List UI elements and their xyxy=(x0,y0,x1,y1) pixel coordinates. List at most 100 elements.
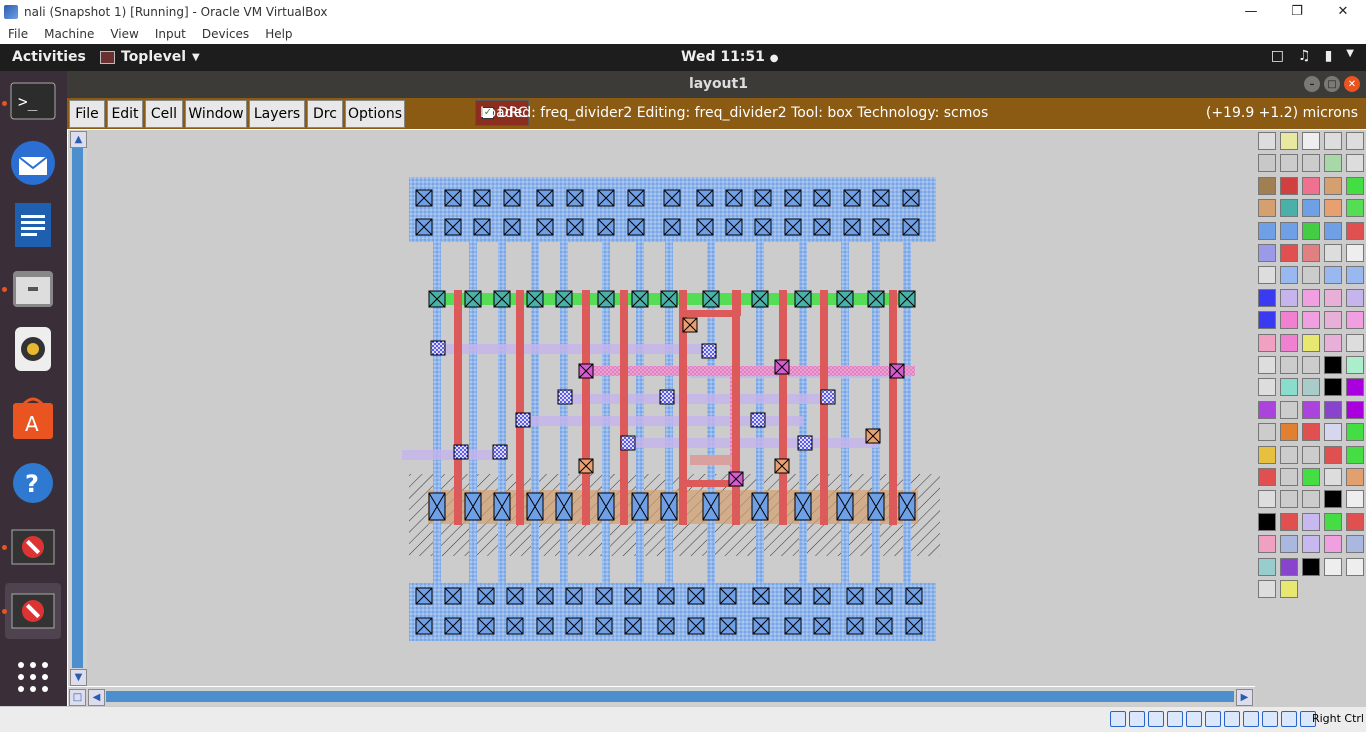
terminal-icon[interactable]: >_ xyxy=(5,73,61,129)
layer-swatch[interactable] xyxy=(1258,378,1276,397)
menu-devices[interactable]: Devices xyxy=(194,27,257,41)
layer-swatch[interactable] xyxy=(1258,468,1276,486)
thunderbird-icon[interactable] xyxy=(5,135,61,191)
layer-swatch[interactable] xyxy=(1280,176,1298,195)
layer-swatch[interactable] xyxy=(1324,311,1342,330)
clock[interactable]: Wed 11:51 ● xyxy=(681,49,779,65)
layer-swatch[interactable] xyxy=(1258,244,1276,262)
layer-swatch[interactable] xyxy=(1258,400,1276,419)
layer-swatch[interactable] xyxy=(1302,423,1320,442)
recording-icon[interactable] xyxy=(1243,711,1259,727)
layer-swatch[interactable] xyxy=(1324,400,1342,419)
layer-swatch[interactable] xyxy=(1302,266,1320,285)
files-icon[interactable] xyxy=(5,259,61,315)
menu-file[interactable]: File xyxy=(0,27,36,41)
layer-swatch[interactable] xyxy=(1324,221,1342,240)
layer-swatch[interactable] xyxy=(1346,356,1364,374)
scroll-right-icon[interactable]: ▶ xyxy=(1236,689,1253,706)
layer-swatch[interactable] xyxy=(1258,512,1276,531)
layer-swatch[interactable] xyxy=(1280,445,1298,464)
layer-swatch[interactable] xyxy=(1346,490,1364,509)
layer-swatch[interactable] xyxy=(1346,221,1364,240)
optical-drive-icon[interactable] xyxy=(1129,711,1145,727)
layer-swatch[interactable] xyxy=(1258,333,1276,352)
zoom-box-icon[interactable]: □ xyxy=(69,689,86,706)
layer-swatch[interactable] xyxy=(1346,400,1364,419)
layer-swatch[interactable] xyxy=(1302,288,1320,307)
layer-swatch[interactable] xyxy=(1280,311,1298,330)
scroll-up-icon[interactable]: ▲ xyxy=(70,131,87,148)
restore-icon[interactable]: ❐ xyxy=(1274,0,1320,23)
layout-canvas[interactable] xyxy=(87,130,1255,686)
magic-menu-layers[interactable]: Layers xyxy=(249,100,305,128)
software-center-icon[interactable]: A xyxy=(5,389,61,445)
layer-swatch[interactable] xyxy=(1324,445,1342,464)
app-menu[interactable]: Toplevel ▼ xyxy=(100,49,200,65)
layer-swatch[interactable] xyxy=(1280,333,1298,352)
scroll-left-icon[interactable]: ◀ xyxy=(88,689,105,706)
layer-swatch[interactable] xyxy=(1280,244,1298,262)
layout-drawing[interactable] xyxy=(87,130,1255,686)
rhythmbox-icon[interactable] xyxy=(5,321,61,377)
layer-swatch[interactable] xyxy=(1280,266,1298,285)
layer-swatch[interactable] xyxy=(1324,490,1342,509)
layer-swatch[interactable] xyxy=(1346,244,1364,262)
layer-swatch[interactable] xyxy=(1280,288,1298,307)
layer-swatch[interactable] xyxy=(1280,423,1298,442)
layer-swatch[interactable] xyxy=(1302,356,1320,374)
system-tray[interactable]: □ ♫ ▮ ▼ xyxy=(1271,48,1354,64)
vertical-scroll-track[interactable] xyxy=(72,148,83,668)
layer-swatch[interactable] xyxy=(1346,176,1364,195)
layer-swatch[interactable] xyxy=(1346,445,1364,464)
layer-swatch[interactable] xyxy=(1346,468,1364,486)
layer-swatch[interactable] xyxy=(1258,356,1276,374)
close-icon[interactable]: ✕ xyxy=(1320,0,1366,23)
layer-swatch[interactable] xyxy=(1346,154,1364,173)
network-icon[interactable] xyxy=(1167,711,1183,727)
layer-swatch[interactable] xyxy=(1258,266,1276,285)
layer-swatch[interactable] xyxy=(1302,199,1320,218)
vertical-scrollbar[interactable]: ▲ ▼ xyxy=(68,130,87,686)
menu-machine[interactable]: Machine xyxy=(36,27,102,41)
menu-input[interactable]: Input xyxy=(147,27,194,41)
layer-swatch[interactable] xyxy=(1280,221,1298,240)
layer-swatch[interactable] xyxy=(1324,423,1342,442)
app-blocked-active-icon[interactable] xyxy=(5,583,61,639)
layer-swatch[interactable] xyxy=(1346,311,1364,330)
cpu-icon[interactable] xyxy=(1262,711,1278,727)
help-icon[interactable]: ? xyxy=(5,455,61,511)
layer-swatch[interactable] xyxy=(1324,199,1342,218)
layer-swatch[interactable] xyxy=(1324,288,1342,307)
magic-menu-drc[interactable]: Drc xyxy=(307,100,343,128)
layer-swatch[interactable] xyxy=(1302,490,1320,509)
layer-swatch[interactable] xyxy=(1302,400,1320,419)
layer-swatch[interactable] xyxy=(1258,176,1276,195)
layer-swatch[interactable] xyxy=(1346,288,1364,307)
layer-swatch[interactable] xyxy=(1280,356,1298,374)
layer-swatch[interactable] xyxy=(1346,423,1364,442)
audio-icon[interactable] xyxy=(1148,711,1164,727)
app-blocked-icon[interactable] xyxy=(5,519,61,575)
layer-swatch[interactable] xyxy=(1324,132,1342,150)
layer-swatch[interactable] xyxy=(1280,557,1298,576)
layer-swatch[interactable] xyxy=(1302,311,1320,330)
layer-swatch[interactable] xyxy=(1280,400,1298,419)
mouse-integration-icon[interactable] xyxy=(1281,711,1297,727)
layer-swatch[interactable] xyxy=(1324,154,1342,173)
layer-swatch[interactable] xyxy=(1258,154,1276,173)
layer-swatch[interactable] xyxy=(1258,311,1276,330)
layer-swatch[interactable] xyxy=(1280,580,1298,598)
layer-swatch[interactable] xyxy=(1258,423,1276,442)
shared-folder-icon[interactable] xyxy=(1205,711,1221,727)
layer-swatch[interactable] xyxy=(1280,154,1298,173)
layer-swatch[interactable] xyxy=(1258,580,1276,598)
layer-swatch[interactable] xyxy=(1324,535,1342,554)
layer-swatch[interactable] xyxy=(1258,199,1276,218)
layer-swatch[interactable] xyxy=(1302,535,1320,554)
layer-swatch[interactable] xyxy=(1324,356,1342,374)
magic-menu-cell[interactable]: Cell xyxy=(145,100,183,128)
magic-menu-options[interactable]: Options xyxy=(345,100,405,128)
usb-icon[interactable] xyxy=(1186,711,1202,727)
hdd-icon[interactable] xyxy=(1110,711,1126,727)
layer-swatch[interactable] xyxy=(1258,132,1276,150)
